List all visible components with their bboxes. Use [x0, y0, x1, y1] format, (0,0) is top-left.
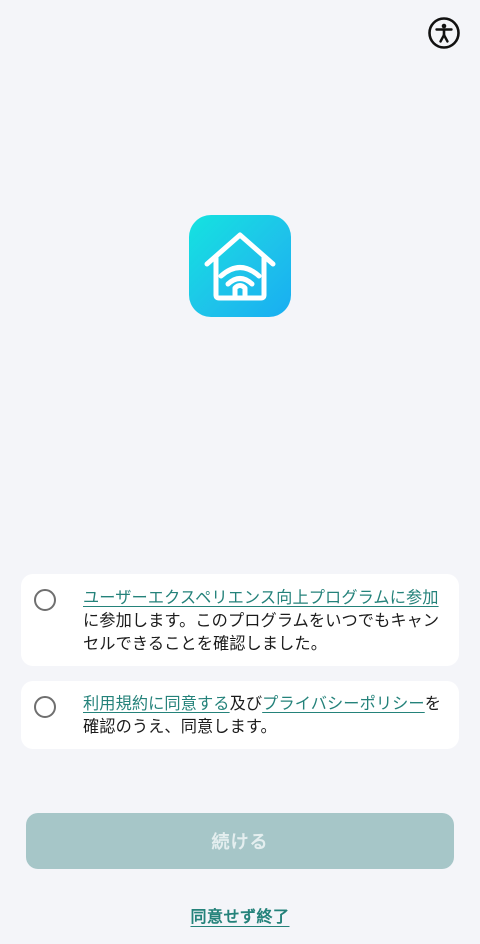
ux-program-text: ユーザーエクスペリエンス向上プログラムに参加に参加します。このプログラムをいつで… — [83, 586, 451, 655]
privacy-policy-link[interactable]: プライバシーポリシー — [262, 694, 425, 713]
ux-program-link[interactable]: ユーザーエクスペリエンス向上プログラムに参加 — [83, 588, 439, 607]
home-wifi-icon — [204, 232, 276, 301]
terms-radio[interactable] — [34, 696, 56, 718]
ux-program-radio[interactable] — [34, 589, 56, 611]
consent-card-terms[interactable]: 利用規約に同意する及びプライバシーポリシーを確認のうえ、同意します。 — [21, 681, 459, 749]
disagree-exit-link[interactable]: 同意せず終了 — [0, 903, 480, 927]
consent-card-ux-program[interactable]: ユーザーエクスペリエンス向上プログラムに参加に参加します。このプログラムをいつで… — [21, 574, 459, 666]
accessibility-button[interactable] — [427, 16, 461, 50]
terms-conjunction: 及び — [229, 694, 263, 713]
ux-program-description: に参加します。このプログラムをいつでもキャンセルできることを確認しました。 — [83, 611, 440, 653]
terms-of-use-link[interactable]: 利用規約に同意する — [83, 694, 230, 713]
app-logo — [189, 215, 291, 317]
accessibility-icon — [428, 17, 460, 49]
continue-button[interactable]: 続ける — [26, 813, 454, 869]
terms-text: 利用規約に同意する及びプライバシーポリシーを確認のうえ、同意します。 — [83, 692, 451, 738]
